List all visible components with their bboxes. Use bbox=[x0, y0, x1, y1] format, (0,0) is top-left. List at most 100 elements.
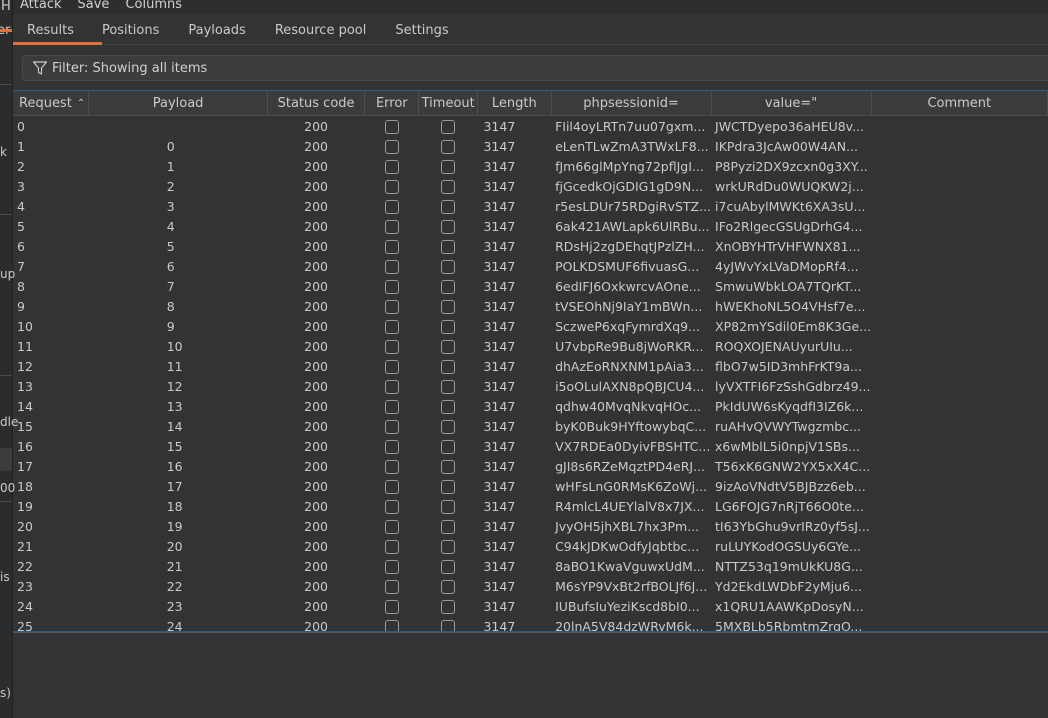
tab-positions[interactable]: Positions bbox=[102, 17, 188, 43]
column-header-request[interactable]: Request ⌃ bbox=[13, 91, 90, 116]
filter-bar[interactable]: Filter: Showing all items bbox=[22, 55, 1048, 81]
timeout-checkbox[interactable] bbox=[441, 619, 456, 631]
timeout-checkbox[interactable] bbox=[441, 319, 456, 334]
table-row[interactable]: 20 19 200 3147 JvyOH5jhXBL7hx3Pm... tI63… bbox=[13, 516, 1048, 536]
table-row[interactable]: 13 12 200 3147 i5oOLulAXN8pQBJCU4... lyV… bbox=[13, 376, 1048, 396]
table-row[interactable]: 2 1 200 3147 fJm66glMpYng72pflJgI... P8P… bbox=[13, 156, 1048, 176]
error-checkbox[interactable] bbox=[384, 139, 399, 154]
table-row[interactable]: 3 2 200 3147 fjGcedkOjGDIG1gD9N... wrkUR… bbox=[13, 176, 1048, 196]
error-checkbox[interactable] bbox=[384, 239, 399, 254]
tab-resource-pool[interactable]: Resource pool bbox=[275, 17, 396, 43]
error-checkbox[interactable] bbox=[384, 199, 399, 214]
table-row[interactable]: 17 16 200 3147 gJI8s6RZeMqztPD4eRJ... T5… bbox=[13, 456, 1048, 476]
table-row[interactable]: 18 17 200 3147 wHFsLnG0RMsK6ZoWj... 9izA… bbox=[13, 476, 1048, 496]
error-checkbox[interactable] bbox=[384, 259, 399, 274]
table-row[interactable]: 16 15 200 3147 VX7RDEa0DyivFBSHTC... x6w… bbox=[13, 436, 1048, 456]
menu-columns[interactable]: Columns bbox=[113, 0, 182, 12]
column-header-timeout[interactable]: Timeout bbox=[418, 91, 478, 116]
error-checkbox[interactable] bbox=[384, 219, 399, 234]
table-row[interactable]: 7 6 200 3147 POLKDSMUF6fivuasG... 4yJWvY… bbox=[13, 256, 1048, 276]
table-row[interactable]: 25 24 200 3147 20lnA5V84dzWRyM6k... 5MXB… bbox=[13, 616, 1048, 631]
column-header-comment[interactable]: Comment bbox=[871, 91, 1048, 116]
table-row[interactable]: 0 200 3147 FIil4oyLRTn7uu07gxm... JWCTDy… bbox=[13, 116, 1048, 137]
error-checkbox[interactable] bbox=[384, 619, 399, 631]
timeout-checkbox[interactable] bbox=[441, 599, 456, 614]
timeout-checkbox[interactable] bbox=[441, 559, 456, 574]
error-checkbox[interactable] bbox=[384, 579, 399, 594]
error-checkbox[interactable] bbox=[384, 359, 399, 374]
timeout-checkbox[interactable] bbox=[441, 299, 456, 314]
column-header-value[interactable]: value=" bbox=[711, 91, 872, 116]
tab-settings[interactable]: Settings bbox=[395, 17, 477, 43]
error-checkbox[interactable] bbox=[384, 519, 399, 534]
error-checkbox[interactable] bbox=[384, 439, 399, 454]
menu-save[interactable]: Save bbox=[66, 0, 110, 12]
timeout-checkbox[interactable] bbox=[441, 479, 456, 494]
table-row[interactable]: 10 9 200 3147 SczweP6xqFymrdXq9... XP82m… bbox=[13, 316, 1048, 336]
error-checkbox[interactable] bbox=[384, 159, 399, 174]
timeout-checkbox[interactable] bbox=[441, 579, 456, 594]
error-checkbox[interactable] bbox=[384, 559, 399, 574]
cell-timeout bbox=[419, 476, 478, 496]
table-row[interactable]: 6 5 200 3147 RDsHj2zgDEhqtJPzlZH... XnOB… bbox=[13, 236, 1048, 256]
timeout-checkbox[interactable] bbox=[441, 379, 456, 394]
timeout-checkbox[interactable] bbox=[441, 439, 456, 454]
table-row[interactable]: 23 22 200 3147 M6sYP9VxBt2rfBOLJf6J... Y… bbox=[13, 576, 1048, 596]
timeout-checkbox[interactable] bbox=[441, 359, 456, 374]
table-row[interactable]: 15 14 200 3147 byK0Buk9HYftowybqC... ruA… bbox=[13, 416, 1048, 436]
table-row[interactable]: 4 3 200 3147 r5esLDUr75RDgiRvSTZ... i7cu… bbox=[13, 196, 1048, 216]
table-row[interactable]: 14 13 200 3147 qdhw40MvqNkvqHOc... PkIdU… bbox=[13, 396, 1048, 416]
table-row[interactable]: 21 20 200 3147 C94kJDKwOdfyJqbtbc... ruL… bbox=[13, 536, 1048, 556]
cell-status-code: 200 bbox=[304, 338, 328, 354]
table-row[interactable]: 5 4 200 3147 6ak421AWLapk6UlRBu... IFo2R… bbox=[13, 216, 1048, 236]
error-checkbox[interactable] bbox=[384, 319, 399, 334]
timeout-checkbox[interactable] bbox=[441, 339, 456, 354]
table-row[interactable]: 19 18 200 3147 R4mlcL4UEYlalV8x7JX... LG… bbox=[13, 496, 1048, 516]
error-checkbox[interactable] bbox=[384, 279, 399, 294]
timeout-checkbox[interactable] bbox=[441, 419, 456, 434]
table-row[interactable]: 12 11 200 3147 dhAzEoRNXNM1pAia3... flbO… bbox=[13, 356, 1048, 376]
error-checkbox[interactable] bbox=[384, 459, 399, 474]
table-row[interactable]: 8 7 200 3147 6edIFJ6OxkwrcvAOne... SmwuW… bbox=[13, 276, 1048, 296]
cell-status-code: 200 bbox=[304, 138, 328, 154]
error-checkbox[interactable] bbox=[384, 399, 399, 414]
table-row[interactable]: 9 8 200 3147 tVSEOhNj9IaY1mBWn... hWEKho… bbox=[13, 296, 1048, 316]
error-checkbox[interactable] bbox=[384, 379, 399, 394]
timeout-checkbox[interactable] bbox=[441, 159, 456, 174]
table-row[interactable]: 24 23 200 3147 IUBufsIuYeziKscd8bI0... x… bbox=[13, 596, 1048, 616]
error-checkbox[interactable] bbox=[384, 539, 399, 554]
error-checkbox[interactable] bbox=[384, 179, 399, 194]
table-row[interactable]: 22 21 200 3147 8aBO1KwaVguwxUdM... NTTZ5… bbox=[13, 556, 1048, 576]
timeout-checkbox[interactable] bbox=[441, 239, 456, 254]
timeout-checkbox[interactable] bbox=[441, 399, 456, 414]
column-header-error[interactable]: Error bbox=[364, 91, 420, 116]
timeout-checkbox[interactable] bbox=[441, 179, 456, 194]
error-checkbox[interactable] bbox=[384, 299, 399, 314]
timeout-checkbox[interactable] bbox=[441, 459, 456, 474]
timeout-checkbox[interactable] bbox=[441, 139, 456, 154]
tab-payloads[interactable]: Payloads bbox=[188, 17, 274, 43]
error-checkbox[interactable] bbox=[384, 339, 399, 354]
menu-attack[interactable]: Attack bbox=[12, 0, 62, 12]
timeout-checkbox[interactable] bbox=[441, 279, 456, 294]
timeout-checkbox[interactable] bbox=[441, 219, 456, 234]
column-header-payload[interactable]: Payload bbox=[88, 91, 268, 116]
column-header-status-code[interactable]: Status code bbox=[267, 91, 366, 116]
error-checkbox[interactable] bbox=[384, 499, 399, 514]
column-header-phpsessionid[interactable]: phpsessionid= bbox=[551, 91, 712, 116]
column-header-length[interactable]: Length bbox=[477, 91, 552, 116]
table-row[interactable]: 1 0 200 3147 eLenTLwZmA3TWxLF8... IKPdra… bbox=[13, 136, 1048, 156]
timeout-checkbox[interactable] bbox=[441, 199, 456, 214]
split-pane-divider[interactable] bbox=[12, 632, 1048, 633]
timeout-checkbox[interactable] bbox=[441, 119, 456, 134]
timeout-checkbox[interactable] bbox=[441, 539, 456, 554]
error-checkbox[interactable] bbox=[384, 119, 399, 134]
timeout-checkbox[interactable] bbox=[441, 519, 456, 534]
error-checkbox[interactable] bbox=[384, 479, 399, 494]
error-checkbox[interactable] bbox=[384, 599, 399, 614]
timeout-checkbox[interactable] bbox=[441, 259, 456, 274]
tab-results[interactable]: Results bbox=[12, 17, 102, 45]
table-row[interactable]: 11 10 200 3147 U7vbpRe9Bu8jWoRKR... ROQX… bbox=[13, 336, 1048, 356]
error-checkbox[interactable] bbox=[384, 419, 399, 434]
timeout-checkbox[interactable] bbox=[441, 499, 456, 514]
